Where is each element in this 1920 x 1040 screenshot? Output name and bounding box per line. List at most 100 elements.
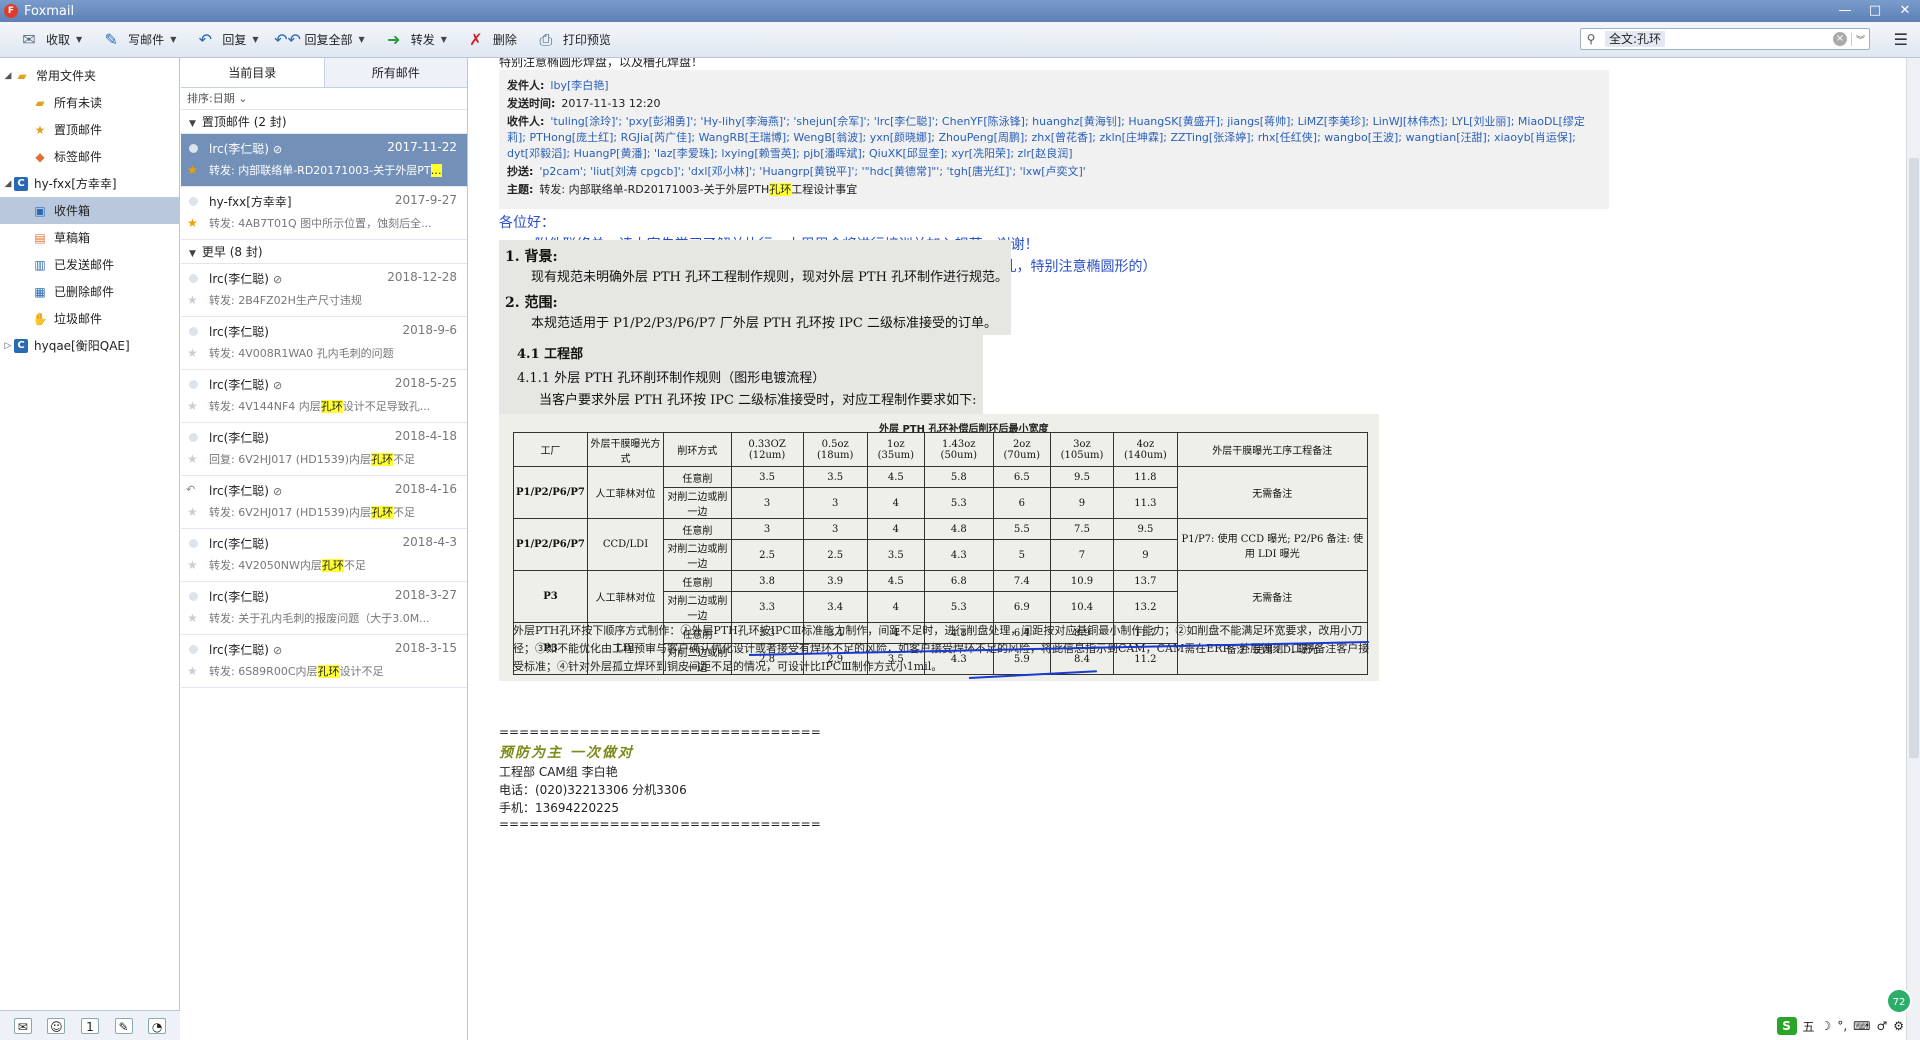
collapse-arrow-icon[interactable]: ◢ [2, 179, 14, 189]
folder-pinned[interactable]: ★ 置顶邮件 [0, 116, 179, 143]
mail-date: 2018-12-28 [387, 270, 457, 284]
account-hyqae[interactable]: ▷ Chyqae[衡阳QAE] [0, 332, 179, 359]
folder-tagged[interactable]: ◆ 标签邮件 [0, 143, 179, 170]
mail-view-icon[interactable]: ✉ [13, 1017, 32, 1034]
receive-button[interactable]: ✉ 收取 ▼ [14, 26, 90, 54]
list-item[interactable]: ★ lrc(李仁聪) 2018-4-18 回复: 6V2HJ017 (HD1539)内… [181, 423, 467, 476]
search-options-icon[interactable]: ︾ [1851, 32, 1869, 46]
read-status-icon[interactable] [189, 539, 198, 548]
close-button[interactable]: ✕ [1890, 0, 1920, 22]
list-item[interactable]: ★ hy-fxx[方幸幸] 2017-9-27 转发: 4AB7T01Q 图中所示位置… [181, 187, 467, 240]
collapse-arrow-icon[interactable]: ▼ [189, 249, 196, 259]
sogou-ime-icon[interactable]: S [1776, 1017, 1797, 1035]
sort-dropdown[interactable]: 排序:日期 ⌄ [181, 88, 467, 110]
scrollbar-thumb[interactable] [1909, 158, 1919, 758]
folder-common[interactable]: ◢ ▰ 常用文件夹 [0, 62, 179, 89]
list-item[interactable]: ↶ ★ lrc(李仁聪) ⊘ 2018-4-16 转发: 6V2HJ017 (HD1539… [181, 476, 467, 529]
read-status-icon[interactable] [189, 327, 198, 336]
chevron-down-icon[interactable]: ▼ [252, 35, 258, 44]
list-item[interactable]: ★ lrc(李仁聪) ⊘ 2017-11-22 转发: 内部联络单-RD20171003… [181, 134, 467, 187]
reply-all-button[interactable]: ↶↶ 回复全部 ▼ [273, 26, 373, 54]
sender-link[interactable]: lby[李白艳] [550, 79, 608, 92]
sidebar-bottom-bar: ✉ ☺ 1 ✎ ◔ [0, 1010, 180, 1040]
ime-keyboard-icon[interactable]: ⌨ [1853, 1019, 1870, 1033]
tab-all-mail[interactable]: 所有邮件 [325, 58, 468, 87]
folder-deleted[interactable]: ▦ 已删除邮件 [0, 278, 179, 305]
print-preview-button[interactable]: ⎙ 打印预览 [531, 26, 619, 54]
list-item[interactable]: ★ lrc(李仁聪) ⊘ 2018-5-25 转发: 4V144NF4 内层孔环设计不足… [181, 370, 467, 423]
search-input[interactable]: 全文:孔环 [1605, 31, 1665, 47]
attachment-icon: ⊘ [272, 273, 283, 286]
expand-arrow-icon[interactable]: ▷ [2, 341, 14, 351]
table-cell: 4 [866, 591, 925, 623]
reply-all-icon: ↶↶ [274, 30, 301, 49]
list-item[interactable]: ★ lrc(李仁聪) 2018-9-6 转发: 4V008R1WA0 孔内毛刺的问题 [181, 317, 467, 370]
tab-current-folder[interactable]: 当前目录 [181, 58, 325, 87]
read-status-icon[interactable] [189, 380, 198, 389]
list-group-header[interactable]: ▼ 置顶邮件 (2 封) [181, 110, 467, 134]
signature-dept: 工程部 CAM组 李白艳 [499, 765, 618, 779]
read-status-icon[interactable] [189, 274, 198, 283]
folder-inbox[interactable]: ▣ 收件箱 [0, 197, 179, 224]
folder-all-unread[interactable]: ▰ 所有未读 [0, 89, 179, 116]
reply-button[interactable]: ↶ 回复 ▼ [190, 26, 266, 54]
mail-sender: lrc(李仁聪) [209, 431, 269, 445]
star-icon[interactable]: ★ [187, 216, 198, 230]
star-icon[interactable]: ★ [187, 505, 198, 519]
folder-drafts[interactable]: ▤ 草稿箱 [0, 224, 179, 251]
read-status-icon[interactable] [189, 592, 198, 601]
mail-subject: 转发: 内部联络单-RD20171003-关于外层PTH孔环工程设计事宜 [539, 183, 858, 196]
table-cell: 11.8 [1113, 466, 1178, 488]
read-status-icon[interactable] [189, 433, 198, 442]
float-ball-icon[interactable]: 72 [1886, 988, 1912, 1014]
folder-sent[interactable]: ▥ 已发送邮件 [0, 251, 179, 278]
chevron-down-icon[interactable]: ▼ [359, 35, 365, 44]
star-icon[interactable]: ★ [187, 163, 198, 177]
collapse-arrow-icon[interactable]: ▼ [189, 119, 196, 129]
list-item[interactable]: ★ lrc(李仁聪) 2018-4-3 转发: 4V2050NW内层孔环不足 [181, 529, 467, 582]
search-box[interactable]: ⚲ 全文:孔环 × ︾ [1580, 28, 1870, 50]
star-icon[interactable]: ★ [187, 558, 198, 572]
ime-settings-icon[interactable]: ⚙ [1893, 1019, 1904, 1033]
ime-moon-icon[interactable]: ☽ [1821, 1019, 1832, 1033]
star-icon[interactable]: ★ [187, 346, 198, 360]
chevron-down-icon[interactable]: ▼ [170, 35, 176, 44]
maximize-button[interactable]: □ [1860, 0, 1890, 22]
list-group-header[interactable]: ▼ 更早 (8 封) [181, 240, 467, 264]
delete-button[interactable]: ✗ 删除 [461, 26, 525, 54]
read-status-icon[interactable] [189, 144, 198, 153]
star-icon[interactable]: ★ [187, 293, 198, 307]
list-item[interactable]: ★ lrc(李仁聪) ⊘ 2018-12-28 转发: 2B4FZ02H生产尺寸违规 [181, 264, 467, 317]
list-item[interactable]: ★ lrc(李仁聪) ⊘ 2018-3-15 转发: 6S89R00C内层孔环设计不足 [181, 635, 467, 688]
rss-icon[interactable]: ◔ [148, 1017, 167, 1034]
folder-spam[interactable]: ✋ 垃圾邮件 [0, 305, 179, 332]
star-icon[interactable]: ★ [187, 664, 198, 678]
forward-button[interactable]: ➜ 转发 ▼ [379, 26, 455, 54]
compose-button[interactable]: ✎ 写邮件 ▼ [96, 26, 184, 54]
reading-scrollbar[interactable] [1906, 58, 1920, 1040]
star-icon[interactable]: ★ [187, 611, 198, 625]
ime-mode-icon[interactable]: 五 [1803, 1018, 1815, 1035]
ime-punct-icon[interactable]: °, [1837, 1019, 1847, 1033]
collapse-arrow-icon[interactable]: ◢ [2, 71, 14, 81]
star-icon[interactable]: ★ [187, 452, 198, 466]
list-item[interactable]: ★ lrc(李仁聪) 2018-3-27 转发: 关于孔内毛刺的报废问题（大于3.0M… [181, 582, 467, 635]
chevron-down-icon[interactable]: ▼ [76, 35, 82, 44]
cc-recipients[interactable]: 'p2cam'; 'liut[刘涛 cpgcb]'; 'dxl[邓小林]'; '… [539, 165, 1085, 178]
table-cell: 人工菲林对位 [586, 570, 665, 623]
read-status-icon[interactable] [189, 197, 198, 206]
account-hy-fxx[interactable]: ◢ Chy-fxx[方幸幸] [0, 170, 179, 197]
recipients[interactable]: 'tuling[涂玲]'; 'pxy[彭湘勇]'; 'Hy-lihy[李海燕]'… [507, 115, 1585, 160]
minimize-button[interactable]: — [1830, 0, 1860, 22]
main-menu-icon[interactable]: ☰ [1894, 30, 1908, 49]
chevron-down-icon[interactable]: ▼ [441, 35, 447, 44]
calendar-icon[interactable]: 1 [80, 1017, 99, 1034]
clear-search-icon[interactable]: × [1833, 32, 1847, 46]
star-icon[interactable]: ★ [187, 399, 198, 413]
table-cell: 10.9 [1049, 570, 1115, 592]
table-cell: P1/P2/P6/P7 [513, 518, 588, 571]
read-status-icon[interactable] [189, 645, 198, 654]
ime-user-icon[interactable]: ♂ [1876, 1019, 1887, 1033]
notes-icon[interactable]: ✎ [114, 1017, 133, 1034]
contacts-icon[interactable]: ☺ [47, 1017, 66, 1034]
